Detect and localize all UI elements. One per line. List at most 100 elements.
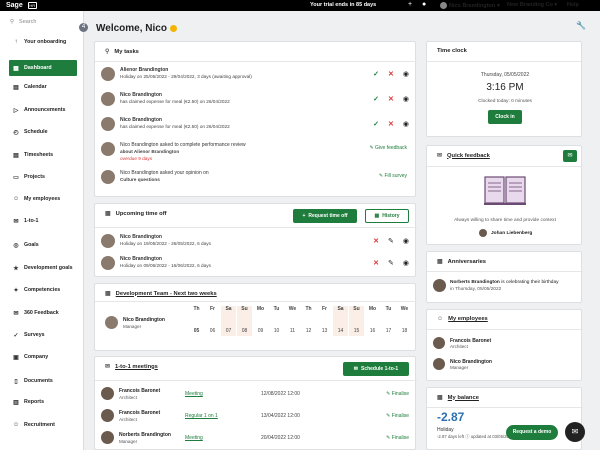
view-icon[interactable]: ◉ — [403, 259, 409, 267]
finalise-link[interactable]: ✎ Finalise — [386, 413, 409, 419]
meeting-row[interactable]: Francois Baronet Architect Regular 1 on 1 1… — [101, 407, 413, 429]
calendar-date[interactable]: 07 — [221, 314, 236, 336]
time-off-row[interactable]: Nico Brandington Holiday on 09/06/2022 - … — [101, 253, 413, 275]
calendar-date[interactable]: 09 — [253, 314, 268, 336]
sidebar-item-schedule[interactable]: ◴ Schedule — [9, 124, 77, 140]
employee-row[interactable]: Francois Baronet Architect — [433, 337, 491, 349]
sidebar-item-dashboard[interactable]: ▦ Dashboard — [9, 60, 77, 76]
sidebar-item-competencies[interactable]: ✦ Competencies — [9, 282, 77, 298]
clock-time: 3:16 PM — [486, 82, 524, 93]
clock-in-button[interactable]: Clock in — [488, 110, 522, 124]
sidebar-item-company[interactable]: ▣ Company — [9, 349, 77, 365]
edit-icon[interactable]: ✎ — [388, 237, 394, 245]
task-row[interactable]: Nico Brandington asked your opinion on Cu… — [101, 167, 413, 189]
calendar-date[interactable]: 14 — [333, 314, 348, 336]
request-time-off-button[interactable]: + Request time off — [293, 209, 357, 223]
meetings-title[interactable]: 1-to-1 meetings — [115, 364, 158, 370]
request-demo-button[interactable]: Request a demo — [506, 425, 558, 440]
meeting-type-link[interactable]: Meeting — [185, 435, 203, 441]
balance-title[interactable]: My balance — [448, 395, 479, 401]
task-row[interactable]: Alienor Brandington Holiday on 25/05/2022… — [101, 64, 413, 86]
sidebar-item-reports[interactable]: ▥ Reports — [9, 394, 77, 410]
approve-icon[interactable]: ✓ — [373, 120, 379, 128]
task-action-link[interactable]: ✎ Give feedback — [369, 145, 407, 151]
reject-icon[interactable]: ✕ — [388, 70, 394, 78]
bell-icon[interactable]: ● — [422, 1, 426, 8]
help-link[interactable]: Help — [567, 2, 579, 8]
calendar-date[interactable]: 13 — [317, 314, 332, 336]
calendar-date[interactable]: 16 — [365, 314, 380, 336]
meeting-row[interactable]: Francois Baronet Architect Meeting 12/08/20… — [101, 385, 413, 407]
avatar — [101, 142, 115, 156]
delete-icon[interactable]: ✕ — [373, 259, 379, 267]
calendar-date[interactable]: 18 — [397, 314, 412, 336]
sidebar-item-my-employees[interactable]: ☺ My employees — [9, 191, 77, 207]
task-row[interactable]: Nico Brandington has claimed expense for … — [101, 89, 413, 111]
finalise-label: Finalise — [391, 413, 409, 419]
calendar-date[interactable]: 10 — [269, 314, 284, 336]
quick-feedback-title[interactable]: Quick feedback — [447, 153, 490, 159]
wrench-icon[interactable]: 🔧 — [576, 21, 586, 30]
sidebar-item-label: Announcements — [24, 107, 66, 113]
schedule-one-to-one-button[interactable]: ✉ Schedule 1-to-1 — [343, 362, 409, 376]
sidebar-item-documents[interactable]: ▯ Documents — [9, 373, 77, 389]
sidebar-item-development-goals[interactable]: ★ Development goals — [9, 260, 77, 276]
reject-icon[interactable]: ✕ — [388, 120, 394, 128]
meeting-type-link[interactable]: Meeting — [185, 391, 203, 397]
chat-bubble-icon[interactable]: ✉ — [565, 422, 585, 442]
sidebar-item-1-to-1[interactable]: ✉ 1-to-1 — [9, 213, 77, 229]
schedule-icon: ◴ — [13, 129, 19, 136]
calendar-date[interactable]: 05 — [189, 314, 204, 336]
user-menu[interactable]: Nico Brandington ▾ — [440, 2, 500, 9]
employee-row[interactable]: Nico Brandington Manager — [433, 358, 492, 370]
time-off-row[interactable]: Nico Brandington Holiday on 19/05/2022 - … — [101, 231, 413, 253]
collapse-sidebar-button[interactable]: 4 — [79, 23, 88, 32]
hr-chip[interactable]: HR — [27, 2, 37, 9]
company-menu[interactable]: New Branding Co ▾ — [507, 2, 557, 8]
task-action-link[interactable]: ✎ Fill survey — [379, 173, 407, 179]
edit-icon[interactable]: ✎ — [388, 259, 394, 267]
view-icon[interactable]: ◉ — [403, 237, 409, 245]
sidebar-item-360-feedback[interactable]: ✉ 360 Feedback — [9, 305, 77, 321]
trial-banner[interactable]: Your trial ends in 85 days — [310, 2, 376, 8]
sidebar-item-announcements[interactable]: ▷ Announcements — [9, 102, 77, 118]
plus-icon[interactable]: + — [408, 1, 412, 8]
view-icon[interactable]: ◉ — [403, 95, 409, 103]
sidebar-item-your-onboarding[interactable]: ↑ Your onboarding — [9, 34, 77, 50]
finalise-link[interactable]: ✎ Finalise — [386, 435, 409, 441]
help-icon[interactable]: ⓘ — [465, 434, 469, 439]
task-row[interactable]: Nico Brandington has claimed expense for … — [101, 114, 413, 136]
history-button[interactable]: ▦ History — [365, 209, 409, 223]
sidebar-item-surveys[interactable]: ✓ Surveys — [9, 327, 77, 343]
user-name: Nico Brandington — [449, 2, 496, 9]
view-icon[interactable]: ◉ — [403, 70, 409, 78]
search-box[interactable]: ⚲ Search — [10, 19, 36, 25]
sidebar-item-timesheets[interactable]: ▤ Timesheets — [9, 147, 77, 163]
reject-icon[interactable]: ✕ — [388, 95, 394, 103]
search-input[interactable]: Search — [19, 19, 36, 25]
team-title[interactable]: Development Team - Next two weeks — [116, 291, 217, 297]
approve-icon[interactable]: ✓ — [373, 70, 379, 78]
sidebar-item-recruitment[interactable]: ☺ Recruitment — [9, 417, 77, 433]
finalise-link[interactable]: ✎ Finalise — [386, 391, 409, 397]
calendar-date[interactable]: 11 — [285, 314, 300, 336]
calendar-date[interactable]: 17 — [381, 314, 396, 336]
calendar-date[interactable]: 08 — [237, 314, 252, 336]
sage-logo[interactable]: Sage — [6, 2, 23, 9]
anniversary-name[interactable]: Norberts Brandington — [450, 280, 500, 285]
calendar-date[interactable]: 12 — [301, 314, 316, 336]
card-title: ▦ My balance — [437, 394, 479, 402]
delete-icon[interactable]: ✕ — [373, 237, 379, 245]
approve-icon[interactable]: ✓ — [373, 95, 379, 103]
meeting-row[interactable]: Norberts Brandington Manager Meeting 20/04/… — [101, 429, 413, 450]
sidebar-item-goals[interactable]: ◎ Goals — [9, 237, 77, 253]
view-icon[interactable]: ◉ — [403, 120, 409, 128]
my-employees-title[interactable]: My employees — [448, 316, 488, 322]
calendar-date[interactable]: 15 — [349, 314, 364, 336]
feedback-bubble-button[interactable]: ✉ — [563, 150, 577, 162]
task-row[interactable]: Nico Brandington asked to complete perfo… — [101, 139, 413, 161]
sidebar-item-projects[interactable]: ▭ Projects — [9, 169, 77, 185]
sidebar-item-calendar[interactable]: ▤ Calendar — [9, 79, 77, 95]
calendar-date[interactable]: 06 — [205, 314, 220, 336]
meeting-type-link[interactable]: Regular 1 on 1 — [185, 413, 218, 419]
